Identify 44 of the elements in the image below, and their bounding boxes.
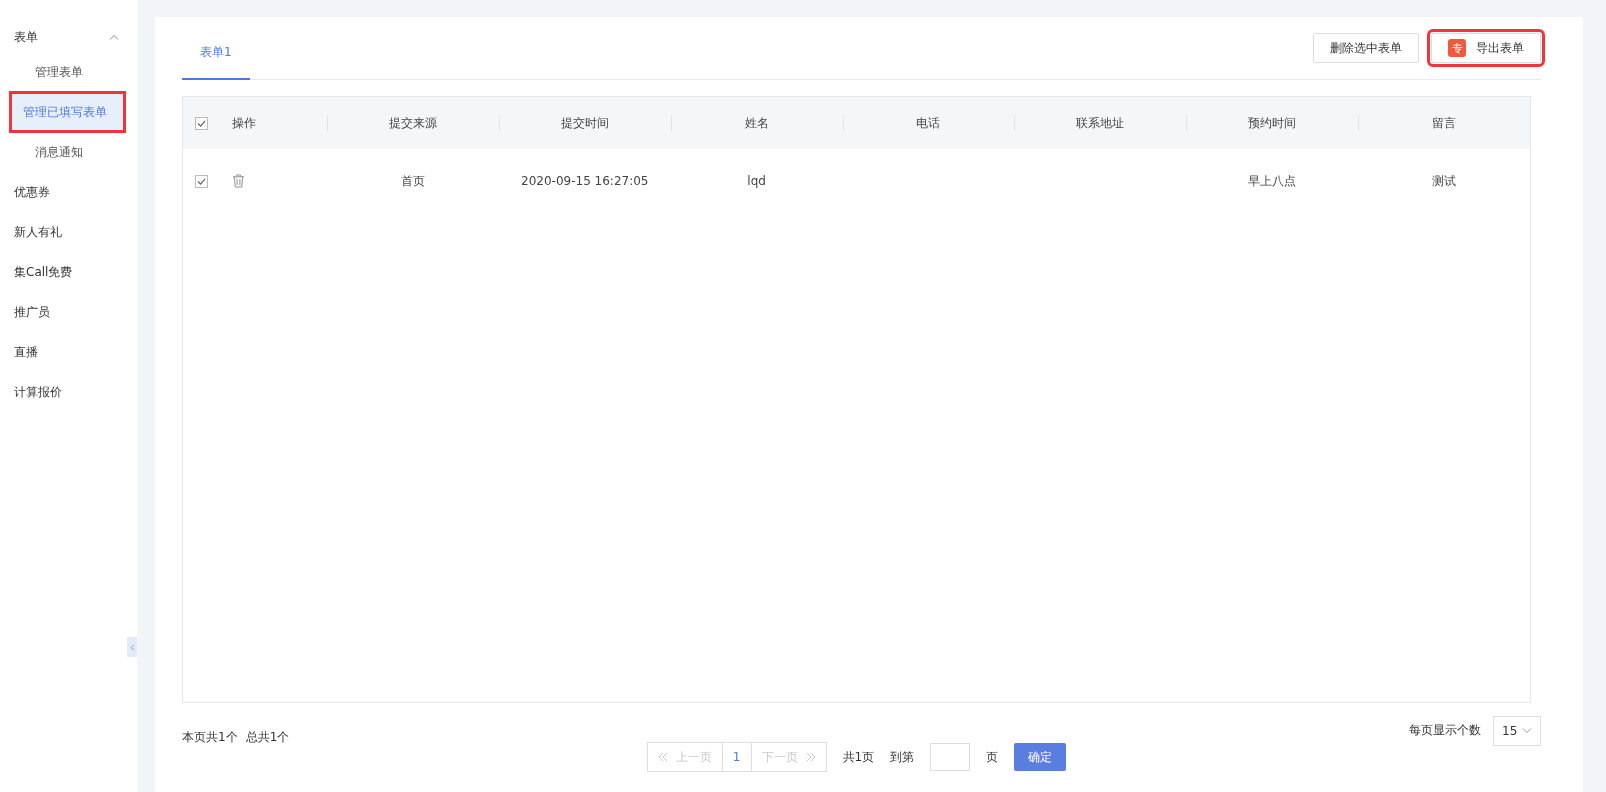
table-cell: 首页 xyxy=(400,172,425,190)
row-checkbox[interactable] xyxy=(195,174,208,188)
double-right-icon xyxy=(805,752,816,762)
page-count: 本页共1个 xyxy=(182,729,238,746)
tab[interactable]: 表单1 xyxy=(182,38,250,80)
table-cell: 测试 xyxy=(1432,172,1457,190)
chevron-down-icon xyxy=(1522,727,1532,734)
table-cell: lqd xyxy=(747,174,766,188)
sidebar-item[interactable]: 计算报价 xyxy=(0,372,137,412)
table-cell: 早上八点 xyxy=(1248,172,1297,190)
column-header: 留言 xyxy=(1432,114,1457,132)
column-header: 联系地址 xyxy=(1076,114,1125,132)
sidebar-subitem[interactable]: 消息通知 xyxy=(12,134,123,170)
collapse-handle[interactable] xyxy=(127,637,137,657)
sidebar-item[interactable]: 直播 xyxy=(0,332,137,372)
table-cell: 2020-09-15 16:27:05 xyxy=(521,174,649,188)
sidebar-item[interactable]: 表单 xyxy=(14,28,38,46)
page-unit: 页 xyxy=(986,748,999,766)
double-left-icon xyxy=(657,752,668,762)
column-header: 提交时间 xyxy=(560,114,609,132)
delete-button[interactable]: 删除选中表单 xyxy=(1313,33,1419,63)
per-page-select[interactable]: 15 xyxy=(1493,715,1541,746)
delete-icon[interactable] xyxy=(232,174,245,188)
sidebar-subitem[interactable]: 管理表单 xyxy=(12,54,123,90)
column-header: 提交来源 xyxy=(388,114,437,132)
column-header: 电话 xyxy=(916,114,941,132)
chevron-up-icon[interactable] xyxy=(109,34,119,40)
column-header: 预约时间 xyxy=(1248,114,1297,132)
column-header: 操作 xyxy=(232,114,256,132)
sidebar-item[interactable]: 优惠券 xyxy=(0,172,137,212)
confirm-button[interactable]: 确定 xyxy=(1014,743,1067,771)
sidebar-item[interactable]: 推广员 xyxy=(0,292,137,332)
sidebar-item[interactable]: 新人有礼 xyxy=(0,212,137,252)
goto-label: 到第 xyxy=(890,748,915,766)
total-count: 总共1个 xyxy=(245,729,290,746)
sidebar-item[interactable]: 集Call免费 xyxy=(0,252,137,292)
page-number-button[interactable]: 1 xyxy=(721,743,752,771)
total-pages: 共1页 xyxy=(842,748,875,766)
select-all-checkbox[interactable] xyxy=(195,116,208,130)
per-page-label: 每页显示个数 xyxy=(1409,722,1481,739)
pro-badge: 专 xyxy=(1448,39,1466,57)
column-header: 姓名 xyxy=(744,114,769,132)
page-input[interactable] xyxy=(930,743,971,771)
sidebar-subitem[interactable]: 管理已填写表单 xyxy=(12,94,123,130)
